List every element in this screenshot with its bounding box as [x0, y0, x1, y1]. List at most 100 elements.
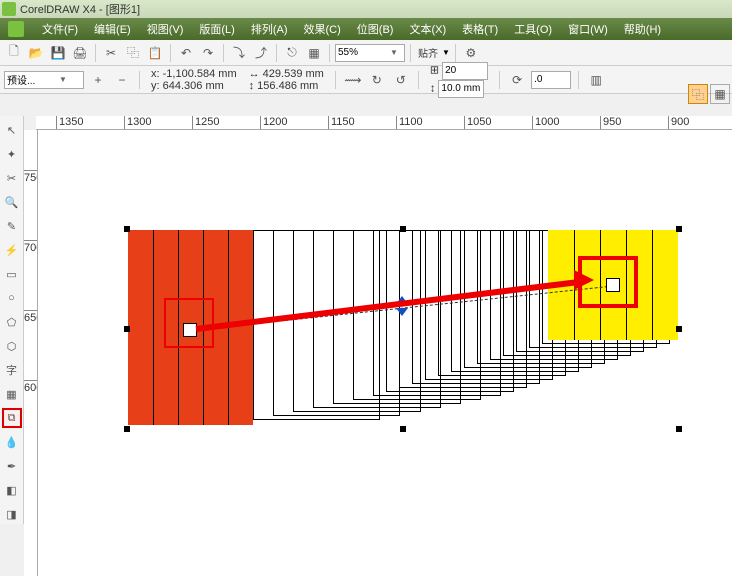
drawing-canvas[interactable] — [38, 130, 732, 576]
zoom-tool[interactable]: 🔍 — [2, 192, 22, 212]
blend-ccw-button[interactable]: ↺ — [391, 70, 411, 90]
undo-button[interactable]: ↶ — [176, 43, 196, 63]
ruler-tick: 600 — [24, 380, 38, 394]
copy-props-button[interactable]: ⿻ — [688, 84, 708, 104]
blend-steps: ⊞ ↕ — [430, 62, 488, 98]
selection-handle[interactable] — [676, 226, 682, 232]
w-value: 429.539 mm — [263, 68, 324, 80]
menu-file[interactable]: 文件(F) — [34, 19, 86, 39]
ruler-tick: 1250 — [192, 116, 219, 130]
crop-tool[interactable]: ✂ — [2, 168, 22, 188]
export-button[interactable]: ⤴ — [251, 43, 271, 63]
menu-edit[interactable]: 编辑(E) — [86, 19, 139, 39]
loop-button[interactable]: ⟳ — [507, 70, 527, 90]
position-readout: x: -1,100.584 mm y: 644.306 mm — [151, 68, 237, 92]
menu-arrange[interactable]: 排列(A) — [243, 19, 296, 39]
annotation-box-start — [164, 298, 214, 348]
snap-label: 贴齐 — [416, 45, 440, 60]
separator — [139, 71, 140, 89]
add-preset-button[interactable]: + — [88, 70, 108, 90]
h-value: 156.486 mm — [257, 80, 318, 92]
right-mini-toolbar: ⿻ ▦ — [688, 84, 730, 104]
preset-dropdown[interactable]: 预设... ▼ — [4, 71, 84, 89]
ruler-tick: 1300 — [124, 116, 151, 130]
separator — [418, 71, 419, 89]
rectangle-tool[interactable]: ▭ — [2, 264, 22, 284]
ruler-tick: 1050 — [464, 116, 491, 130]
annotation-arrow-head-icon — [574, 270, 594, 290]
basic-shapes-tool[interactable]: ⬡ — [2, 336, 22, 356]
ruler-tick: 1150 — [328, 116, 355, 130]
separator — [499, 71, 500, 89]
menu-table[interactable]: 表格(T) — [454, 19, 506, 39]
selection-handle[interactable] — [676, 426, 682, 432]
freehand-tool[interactable]: ✎ — [2, 216, 22, 236]
launch-button[interactable]: ⎋ — [282, 43, 302, 63]
menu-layout[interactable]: 版面(L) — [191, 19, 242, 39]
text-tool[interactable]: 字 — [2, 360, 22, 380]
selection-handle[interactable] — [676, 326, 682, 332]
blend-direct-button[interactable]: ⟿ — [343, 70, 363, 90]
selection-handle[interactable] — [400, 426, 406, 432]
cut-button[interactable]: ✂ — [101, 43, 121, 63]
y-value: 644.306 mm — [163, 80, 224, 92]
separator — [276, 44, 277, 62]
redo-button[interactable]: ↷ — [198, 43, 218, 63]
open-button[interactable]: 📂 — [26, 43, 46, 63]
menu-bitmaps[interactable]: 位图(B) — [349, 19, 402, 39]
print-button[interactable]: 🖨 — [70, 43, 90, 63]
snap-arrow-icon[interactable]: ▼ — [442, 48, 450, 57]
size-readout: ↔ 429.539 mm ↕ 156.486 mm — [249, 68, 324, 92]
window-title: CorelDRAW X4 - [图形1] — [20, 1, 140, 17]
blend-accel-marker-icon[interactable] — [396, 308, 408, 316]
blend-cw-button[interactable]: ↻ — [367, 70, 387, 90]
clear-blend-button[interactable]: ▦ — [710, 84, 730, 104]
steps-input[interactable] — [442, 62, 488, 80]
copy-button[interactable]: ⿻ — [123, 43, 143, 63]
ruler-tick: 1100 — [396, 116, 423, 130]
selection-handle[interactable] — [124, 326, 130, 332]
paste-button[interactable]: 📋 — [145, 43, 165, 63]
menu-effects[interactable]: 效果(C) — [296, 19, 349, 39]
toolbox: ↖ ✦ ✂ 🔍 ✎ ⚡ ▭ ○ ⬠ ⬡ 字 ▦ ⧉ 💧 ✒ ◧ ◨ — [0, 116, 24, 524]
offset-input[interactable] — [438, 80, 484, 98]
menu-tools[interactable]: 工具(O) — [506, 19, 560, 39]
eyedropper-tool[interactable]: 💧 — [2, 432, 22, 452]
ruler-tick: 650 — [24, 310, 38, 324]
ruler-vertical: 750 700 650 600 — [24, 130, 38, 576]
angle-input[interactable] — [531, 71, 571, 89]
outline-tool[interactable]: ✒ — [2, 456, 22, 476]
x-value: -1,100.584 mm — [163, 68, 237, 80]
welcome-button[interactable]: ▦ — [304, 43, 324, 63]
interactive-fill-tool[interactable]: ◨ — [2, 504, 22, 524]
smartfill-tool[interactable]: ⚡ — [2, 240, 22, 260]
app-logo-icon — [2, 2, 16, 16]
app-icon — [8, 21, 24, 37]
menu-help[interactable]: 帮助(H) — [616, 19, 669, 39]
options-button[interactable]: ⚙ — [461, 43, 481, 63]
save-button[interactable]: 💾 — [48, 43, 68, 63]
menu-text[interactable]: 文本(X) — [401, 19, 454, 39]
new-button[interactable]: 🗋 — [4, 43, 24, 63]
dropdown-arrow-icon: ▼ — [390, 48, 398, 57]
polygon-tool[interactable]: ⬠ — [2, 312, 22, 332]
zoom-dropdown[interactable]: 55% ▼ — [335, 44, 405, 62]
fill-tool[interactable]: ◧ — [2, 480, 22, 500]
import-button[interactable]: ⤵ — [229, 43, 249, 63]
ruler-tick: 1350 — [56, 116, 83, 130]
ellipse-tool[interactable]: ○ — [2, 288, 22, 308]
selection-handle[interactable] — [124, 226, 130, 232]
ruler-tick: 700 — [24, 240, 38, 254]
table-tool[interactable]: ▦ — [2, 384, 22, 404]
pick-tool[interactable]: ↖ — [2, 120, 22, 140]
menu-view[interactable]: 视图(V) — [139, 19, 192, 39]
ruler-horizontal: 1350 1300 1250 1200 1150 1100 1050 1000 … — [36, 116, 732, 130]
selection-handle[interactable] — [400, 226, 406, 232]
selection-handle[interactable] — [124, 426, 130, 432]
shape-tool[interactable]: ✦ — [2, 144, 22, 164]
remove-preset-button[interactable]: − — [112, 70, 132, 90]
interactive-blend-tool[interactable]: ⧉ — [2, 408, 22, 428]
separator — [410, 44, 411, 62]
more-blend-button[interactable]: ▥ — [586, 70, 606, 90]
menu-window[interactable]: 窗口(W) — [560, 19, 616, 39]
